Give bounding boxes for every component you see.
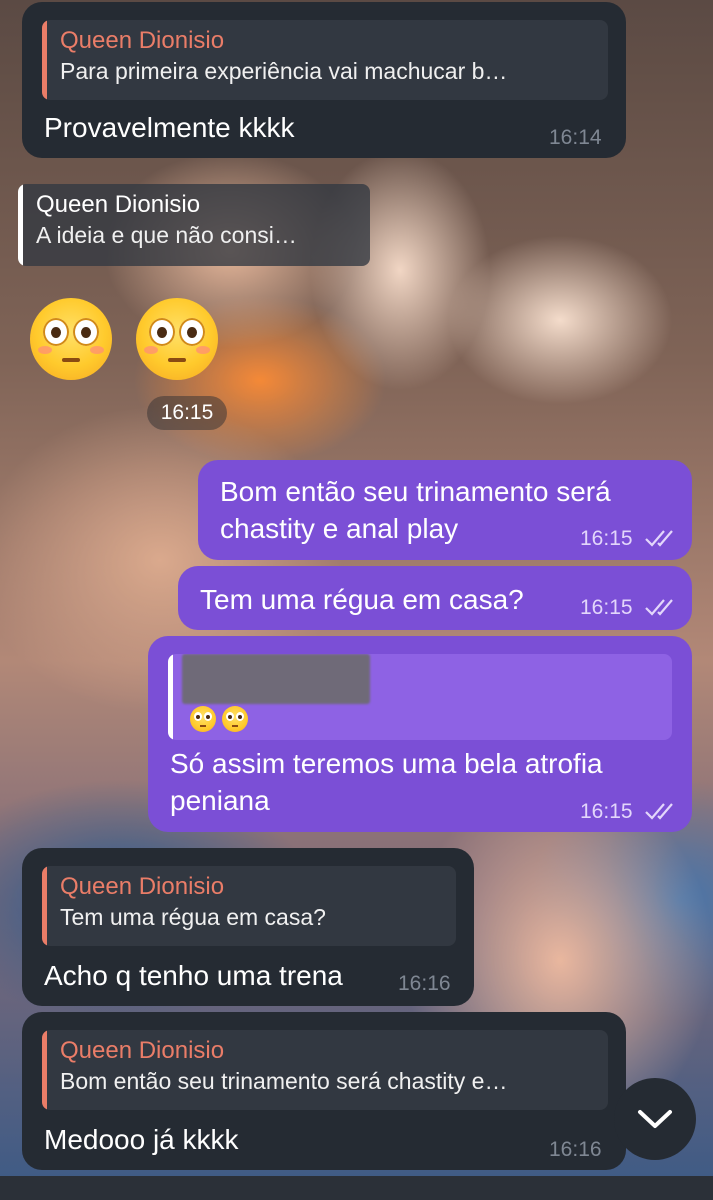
reply-quoted-text: Tem uma régua em casa? xyxy=(60,904,326,930)
input-bar-edge xyxy=(0,1176,713,1200)
message-text: Provavelmente kkkk xyxy=(44,112,295,143)
reply-quote-bar xyxy=(42,20,47,100)
reply-quote-bar xyxy=(168,654,173,740)
reply-sender-name: Queen Dionisio xyxy=(60,873,225,900)
reply-quote[interactable]: Queen Dionisio Para primeira experiência… xyxy=(42,20,608,100)
message-time: 16:16 xyxy=(398,972,451,995)
message-time: 16:15 xyxy=(580,596,633,619)
reply-quote-bar xyxy=(42,1030,47,1110)
reply-quote[interactable] xyxy=(168,654,672,740)
message-bubble-outgoing[interactable]: Tem uma régua em casa? 16:15 xyxy=(178,566,692,630)
flushed-face-emoji-icon xyxy=(30,298,112,380)
double-check-icon xyxy=(645,803,673,820)
message-text-line: Bom então seu trinamento será xyxy=(220,476,611,507)
message-text-line: chastity e anal play xyxy=(220,513,459,544)
message-time: 16:15 xyxy=(580,800,633,823)
double-check-icon xyxy=(645,530,673,547)
message-time: 16:15 xyxy=(580,527,633,550)
chevron-down-icon xyxy=(638,1110,672,1128)
message-time: 16:16 xyxy=(549,1138,602,1161)
message-bubble-incoming[interactable]: Queen Dionisio Para primeira experiência… xyxy=(22,2,626,158)
reply-quote[interactable]: Queen Dionisio Tem uma régua em casa? xyxy=(42,866,456,946)
reply-quote[interactable]: Queen Dionisio A ideia e que não consi… xyxy=(18,184,370,266)
scroll-down-button[interactable] xyxy=(614,1078,696,1160)
reply-quote[interactable]: Queen Dionisio Bom então seu trinamento … xyxy=(42,1030,608,1110)
message-text: Tem uma régua em casa? xyxy=(200,584,524,615)
reply-sender-name: Queen Dionisio xyxy=(60,1037,225,1064)
message-bubble-outgoing[interactable]: Bom então seu trinamento será chastity e… xyxy=(198,460,692,560)
message-text: Acho q tenho uma trena xyxy=(44,960,343,991)
message-bubble-incoming[interactable]: Queen Dionisio Bom então seu trinamento … xyxy=(22,1012,626,1170)
message-text: Medooo já kkkk xyxy=(44,1124,239,1155)
message-text-line: Só assim teremos uma bela atrofia xyxy=(170,748,603,779)
message-time: 16:15 xyxy=(147,396,227,430)
flushed-face-emoji-icon xyxy=(136,298,218,380)
message-bubble-outgoing[interactable]: Só assim teremos uma bela atrofia penian… xyxy=(148,636,692,832)
reply-quote-bar xyxy=(18,184,23,266)
flushed-face-emoji-icon xyxy=(190,706,216,732)
redacted-name-block xyxy=(182,654,370,704)
double-check-icon xyxy=(645,599,673,616)
reply-sender-name: Queen Dionisio xyxy=(60,27,225,54)
message-bubble-incoming[interactable]: Queen Dionisio Tem uma régua em casa? Ac… xyxy=(22,848,474,1006)
message-time: 16:14 xyxy=(549,126,602,149)
reply-quoted-text: Bom então seu trinamento será chastity e… xyxy=(60,1068,508,1094)
reply-quoted-text: A ideia e que não consi… xyxy=(36,222,297,248)
message-text-line: peniana xyxy=(170,785,270,816)
reply-sender-name: Queen Dionisio xyxy=(36,191,201,218)
reply-quote-bar xyxy=(42,866,47,946)
reply-quoted-text: Para primeira experiência vai machucar b… xyxy=(60,58,508,84)
flushed-face-emoji-icon xyxy=(222,706,248,732)
